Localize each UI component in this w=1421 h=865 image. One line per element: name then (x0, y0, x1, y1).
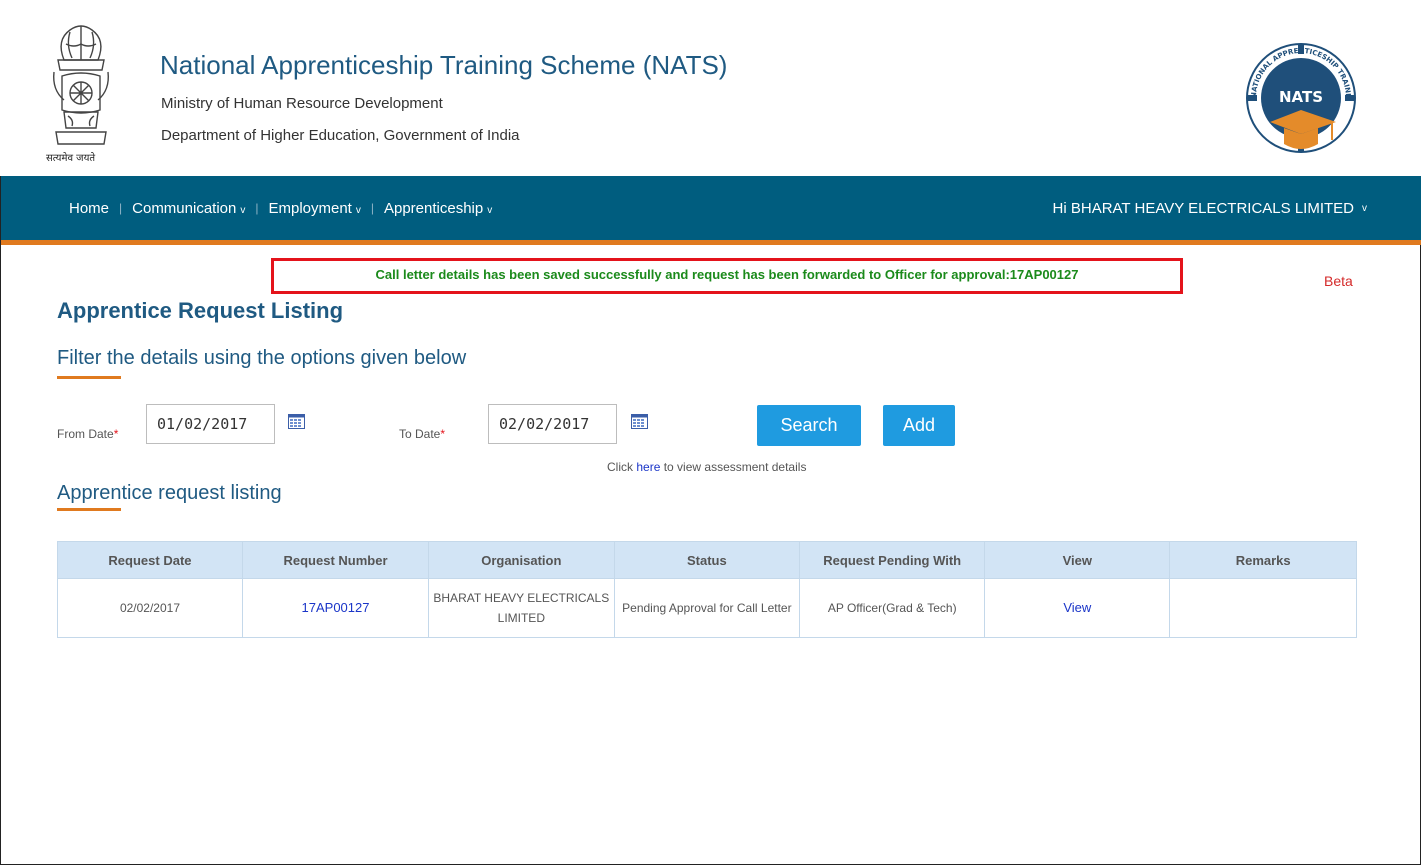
cell-request-date: 02/02/2017 (57, 578, 243, 638)
page-title: Apprentice Request Listing (57, 298, 344, 323)
column-header: Request Pending With (799, 541, 986, 579)
site-header: सत्यमेव जयते National Apprenticeship Tra… (0, 0, 1421, 176)
chevron-down-icon: v (1362, 202, 1367, 214)
main-nav: Home | Communication v | Employment v | Ap… (1, 176, 1421, 240)
calendar-icon[interactable] (288, 414, 305, 429)
nav-item-communication[interactable]: Communication v (132, 200, 245, 217)
nav-separator: | (255, 201, 259, 215)
cell-pending-with: AP Officer(Grad & Tech) (799, 578, 986, 638)
filter-section-title: Filter the details using the options giv… (57, 347, 467, 369)
assessment-details-link[interactable]: here (636, 460, 660, 474)
nav-item-label: Home (69, 199, 110, 217)
user-greeting: Hi BHARAT HEAVY ELECTRICALS LIMITED (1052, 199, 1354, 217)
nav-separator: | (119, 201, 123, 215)
column-header: Request Date (57, 541, 243, 579)
site-title: National Apprenticeship Training Scheme … (160, 50, 728, 80)
column-header: Organisation (428, 541, 615, 579)
logo-text: NATS (1279, 88, 1323, 106)
from-date-input[interactable] (146, 404, 275, 444)
table-row: 02/02/2017 17AP00127 BHARAT HEAVY ELECTR… (57, 578, 1357, 638)
column-header: Status (613, 541, 801, 579)
chevron-down-icon: v (355, 204, 361, 216)
search-button[interactable]: Search (757, 405, 861, 446)
cell-organisation: BHARAT HEAVY ELECTRICALS LIMITED (428, 578, 615, 638)
list-section-title: Apprentice request listing (57, 482, 282, 504)
nav-menu: Home | Communication v | Employment v | Ap… (69, 176, 492, 240)
success-message-box: Call letter details has been saved succe… (271, 258, 1183, 294)
assessment-hint: Click here to view assessment details (607, 460, 807, 474)
calendar-icon[interactable] (631, 414, 648, 429)
emblem-motto: सत्यमेव जयते (46, 153, 96, 164)
add-button[interactable]: Add (883, 405, 955, 446)
nav-item-label: Apprenticeship (383, 199, 484, 217)
nats-logo: NATIONAL APPRENTICESHIP TRAINING SCHEME … (1242, 36, 1356, 153)
chevron-down-icon: v (487, 204, 493, 216)
request-number-link[interactable]: 17AP00127 (302, 600, 370, 615)
nav-item-home[interactable]: Home (69, 200, 109, 217)
to-date-label: To Date* (399, 427, 446, 441)
ministry-name: Ministry of Human Resource Development (161, 95, 443, 112)
chevron-down-icon: v (240, 204, 246, 216)
table-header-row: Request Date Request Number Organisation… (57, 541, 1357, 579)
from-date-label: From Date* (57, 427, 119, 441)
view-link[interactable]: View (1063, 600, 1091, 615)
section-underline (57, 376, 121, 379)
column-header: Request Number (241, 541, 430, 579)
success-message: Call letter details has been saved succe… (375, 267, 1079, 282)
required-mark: * (440, 427, 446, 441)
cell-view: View (984, 578, 1171, 638)
cell-request-number: 17AP00127 (241, 578, 430, 638)
nav-item-label: Communication (132, 199, 237, 217)
cell-remarks (1169, 578, 1357, 638)
nav-separator: | (370, 201, 374, 215)
national-emblem-icon (53, 25, 109, 145)
nav-accent-bar (1, 240, 1421, 245)
user-menu[interactable]: Hi BHARAT HEAVY ELECTRICALS LIMITED v (1053, 176, 1367, 240)
column-header: View (984, 541, 1171, 579)
cell-status: Pending Approval for Call Letter (613, 578, 801, 638)
request-table: Request Date Request Number Organisation… (57, 541, 1357, 638)
required-mark: * (113, 427, 119, 441)
nav-item-apprenticeship[interactable]: Apprenticeship v (384, 200, 492, 217)
to-date-input[interactable] (488, 404, 617, 444)
column-header: Remarks (1169, 541, 1357, 579)
nav-item-label: Employment (268, 199, 352, 217)
section-underline (57, 508, 121, 511)
nav-item-employment[interactable]: Employment v (268, 200, 360, 217)
department-name: Department of Higher Education, Governme… (161, 127, 520, 144)
beta-label: Beta (1324, 273, 1353, 289)
